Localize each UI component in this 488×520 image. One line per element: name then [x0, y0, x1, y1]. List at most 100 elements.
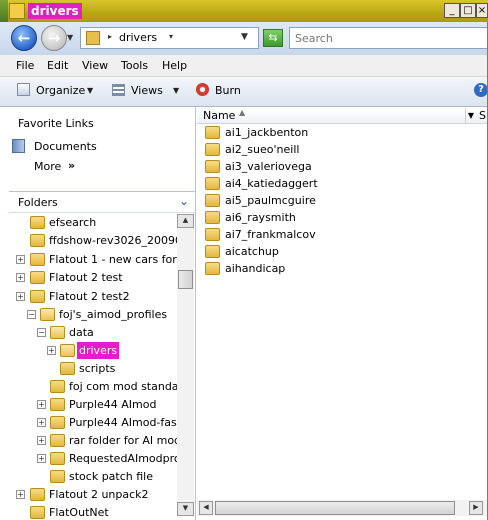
expand-icon[interactable]: + — [16, 255, 25, 264]
close-button[interactable]: × — [476, 3, 488, 18]
refresh-icon: ⇆ — [268, 31, 278, 44]
menu-bar — [0, 55, 488, 77]
search-input[interactable] — [289, 27, 488, 49]
tree-item[interactable]: FlatOutNet — [9, 504, 177, 520]
scroll-left-arrow-icon[interactable]: ◀ — [199, 501, 213, 515]
tree-item[interactable]: + Flatout 1 - new cars for flato — [9, 251, 177, 268]
more-chevron-icon[interactable]: » — [68, 159, 75, 172]
folders-header[interactable]: Folders ⌄ — [9, 191, 195, 213]
favorite-more-link[interactable]: More — [34, 160, 61, 173]
organize-icon — [17, 83, 30, 96]
folder-open-icon — [60, 344, 75, 357]
expand-icon[interactable]: + — [37, 418, 46, 427]
menu-help[interactable]: Help — [162, 59, 187, 72]
expand-icon[interactable]: + — [37, 454, 46, 463]
expand-icon[interactable]: + — [37, 436, 46, 445]
menu-tools[interactable]: Tools — [121, 59, 148, 72]
address-path-box[interactable]: ▸ drivers ▾ ▼ — [80, 27, 259, 49]
scrollbar-thumb[interactable] — [178, 270, 193, 289]
tree-item[interactable]: efsearch — [9, 214, 177, 231]
menu-file[interactable]: File — [16, 59, 34, 72]
folder-icon — [50, 380, 65, 393]
tree-item[interactable]: − foj's_aimod_profiles — [9, 306, 177, 323]
expand-icon[interactable]: + — [47, 346, 56, 355]
scroll-down-arrow-icon[interactable]: ▼ — [177, 502, 194, 516]
tree-item[interactable]: foj com mod standard p — [9, 378, 177, 395]
hscrollbar-thumb[interactable] — [215, 501, 455, 515]
folder-icon — [30, 271, 45, 284]
tree-item[interactable]: + RequestedAImodprofile — [9, 450, 177, 467]
expand-icon[interactable]: + — [16, 490, 25, 499]
tree-item[interactable]: + Flatout 2 test — [9, 269, 177, 286]
tree-item-label: Purple44 AImod — [69, 398, 157, 411]
breadcrumb-chevron-icon[interactable]: ▸ — [108, 32, 112, 41]
refresh-button[interactable]: ⇆ — [263, 29, 283, 47]
scroll-up-arrow-icon[interactable]: ▲ — [177, 214, 194, 228]
tree-item[interactable]: stock patch file — [9, 468, 177, 485]
tree-item[interactable]: + Flatout 2 test2 — [9, 288, 177, 305]
views-dropdown-icon[interactable]: ▼ — [173, 86, 179, 95]
address-dropdown-icon[interactable]: ▼ — [241, 32, 248, 42]
tree-item[interactable]: + Purple44 AImod-fast&cl — [9, 414, 177, 431]
documents-icon — [12, 139, 25, 153]
breadcrumb-drivers[interactable]: drivers — [119, 31, 157, 44]
back-button[interactable]: ← — [11, 25, 37, 51]
tree-item[interactable]: + rar folder for AI mod — [9, 432, 177, 449]
folder-icon — [60, 362, 75, 375]
tree-item[interactable]: + Flatout 2 unpack2 — [9, 486, 177, 503]
burn-disc-icon — [196, 83, 209, 96]
scroll-right-arrow-icon[interactable]: ▶ — [469, 501, 483, 515]
tree-item[interactable]: + Purple44 AImod — [9, 396, 177, 413]
expand-icon[interactable]: + — [16, 292, 25, 301]
folder-window-icon — [9, 3, 25, 19]
recent-pages-dropdown-icon[interactable]: ▼ — [67, 33, 73, 42]
folder-icon — [205, 177, 220, 190]
back-arrow-icon: ← — [17, 29, 31, 47]
tree-item-label: foj's_aimod_profiles — [59, 308, 168, 321]
folder-icon — [205, 160, 220, 173]
minimize-button[interactable]: _ — [444, 3, 460, 18]
tree-item[interactable]: scripts — [9, 360, 177, 377]
folder-icon — [86, 31, 100, 45]
tree-item[interactable]: ffdshow-rev3026_2009070 — [9, 232, 177, 249]
tree-scrollbar[interactable]: ▲ ▼ — [177, 214, 194, 516]
tree-item-label: scripts — [79, 362, 116, 375]
expand-icon[interactable]: + — [37, 400, 46, 409]
tree-item-label: Flatout 1 - new cars for flato — [49, 253, 177, 266]
breadcrumb-chevron-icon[interactable]: ▾ — [169, 32, 173, 41]
file-name: aihandicap — [225, 262, 286, 275]
burn-button[interactable]: Burn — [215, 84, 241, 97]
column-header-next[interactable]: S — [479, 109, 486, 122]
column-header-name[interactable]: Name — [203, 109, 235, 122]
maximize-button[interactable]: □ — [460, 3, 476, 18]
collapse-icon[interactable]: − — [27, 310, 36, 319]
column-filter-dropdown-icon[interactable]: ▼ — [465, 108, 476, 123]
tree-item-selected[interactable]: + drivers — [9, 342, 177, 359]
file-name: ai3_valeriovega — [225, 160, 312, 173]
menu-edit[interactable]: Edit — [47, 59, 68, 72]
collapse-icon[interactable]: − — [37, 328, 46, 337]
views-button[interactable]: Views — [131, 84, 163, 97]
forward-arrow-icon: → — [47, 29, 61, 47]
favorite-documents-link[interactable]: Documents — [34, 140, 97, 153]
tree-item[interactable]: − data — [9, 324, 177, 341]
file-name: ai6_raysmith — [225, 211, 296, 224]
folder-icon — [50, 452, 65, 465]
folders-collapse-chevron-icon[interactable]: ⌄ — [179, 194, 189, 208]
help-icon[interactable]: ? — [474, 83, 488, 97]
tree-item-label: Flatout 2 test — [49, 271, 123, 284]
file-list-hscrollbar[interactable]: ◀ ▶ — [197, 500, 488, 516]
expand-icon[interactable]: + — [16, 273, 25, 282]
tree-item-label: FlatOutNet — [49, 506, 109, 519]
favorite-links-heading: Favorite Links — [18, 117, 94, 130]
folder-icon — [50, 416, 65, 429]
forward-button[interactable]: → — [41, 25, 67, 51]
folder-icon — [30, 488, 45, 501]
file-name: ai4_katiedaggert — [225, 177, 318, 190]
column-header-row: Name ▲ ▼ S — [197, 108, 488, 124]
folder-icon — [205, 262, 220, 275]
organize-dropdown-icon[interactable]: ▼ — [87, 86, 93, 95]
folder-icon — [205, 126, 220, 139]
organize-button[interactable]: Organize — [36, 84, 85, 97]
menu-view[interactable]: View — [82, 59, 108, 72]
